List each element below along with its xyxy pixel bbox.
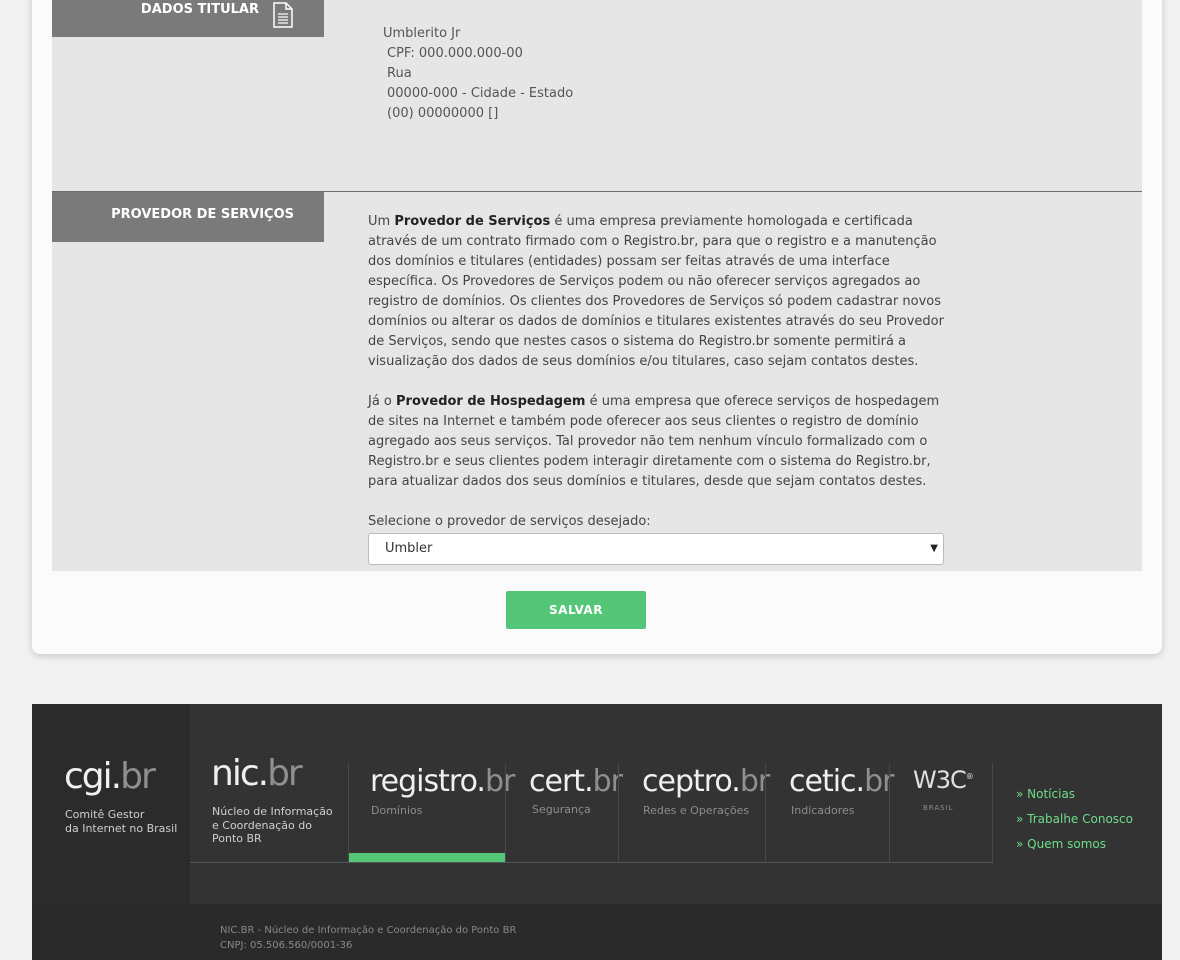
footer-tile-registro[interactable]: registro.br Domínios <box>348 764 515 863</box>
provedor-paragraph-1: Um Provedor de Serviços é uma empresa pr… <box>368 214 944 369</box>
provedor-label-text: PROVEDOR DE SERVIÇOS <box>111 207 294 222</box>
footer-link-noticias[interactable]: » Notícias <box>1016 782 1133 807</box>
titular-label-text: DADOS TITULAR <box>140 2 259 17</box>
footer-tile-w3c[interactable]: W3C® BRASIL <box>889 764 993 863</box>
cgi-logo-text: cgi.br <box>64 756 156 797</box>
titular-city: 00000-000 - Cidade - Estado <box>387 86 574 101</box>
provedor-section-label: PROVEDOR DE SERVIÇOS <box>52 192 324 242</box>
titular-street: Rua <box>387 66 412 81</box>
registro-logo-text: registro.br <box>370 764 515 799</box>
nic-logo-text: nic.br <box>211 753 303 794</box>
footer-bottom-bar: NIC.BR - Núcleo de Informação e Coordena… <box>32 904 1162 960</box>
caret-down-icon: ▼ <box>930 543 938 554</box>
provedor-paragraph-2: Já o Provedor de Hospedagem é uma empres… <box>368 394 940 489</box>
cetic-sub: Indicadores <box>791 804 855 817</box>
footer-nic-logo[interactable]: nic.br Núcleo de Informação e Coordenaçã… <box>190 704 348 863</box>
provedor-select-value: Umbler <box>385 541 433 556</box>
footer-tile-ceptro[interactable]: ceptro.br Redes e Operações <box>618 764 770 863</box>
footer-org-name: NIC.BR - Núcleo de Informação e Coordena… <box>220 925 517 936</box>
footer-link-quem-somos[interactable]: » Quem somos <box>1016 832 1133 857</box>
titular-details: Umblerito Jr CPF: 000.000.000-00 Rua 000… <box>383 24 573 124</box>
footer-cnpj: CNPJ: 05.506.560/0001-36 <box>220 940 353 951</box>
provedor-section: PROVEDOR DE SERVIÇOS Um Provedor de Serv… <box>52 192 1142 571</box>
ceptro-logo-text: ceptro.br <box>642 764 770 799</box>
footer-links: » Notícias » Trabalhe Conosco » Quem som… <box>1016 782 1133 857</box>
w3c-sub: BRASIL <box>923 804 954 812</box>
cert-sub: Segurança <box>532 803 591 816</box>
provedor-select[interactable]: Umbler ▼ <box>368 533 944 565</box>
footer-tile-cetic[interactable]: cetic.br Indicadores <box>765 764 894 863</box>
titular-phone: (00) 00000000 [] <box>387 106 499 121</box>
w3c-logo-text: W3C® <box>913 766 974 794</box>
footer-link-trabalhe[interactable]: » Trabalhe Conosco <box>1016 807 1133 832</box>
titular-cpf: CPF: 000.000.000-00 <box>387 46 523 61</box>
titular-section-label: DADOS TITULAR <box>52 0 324 37</box>
footer: cgi.br Comitê Gestor da Internet no Bras… <box>32 704 1162 960</box>
nic-sub-2: e Coordenação do <box>212 819 312 832</box>
ceptro-sub: Redes e Operações <box>643 804 750 817</box>
titular-name: Umblerito Jr <box>383 26 461 41</box>
registro-sub: Domínios <box>371 804 423 817</box>
cgi-sub-1: Comitê Gestor <box>65 808 145 821</box>
cgi-sub-2: da Internet no Brasil <box>65 822 178 835</box>
provedor-select-label: Selecione o provedor de serviços desejad… <box>368 514 651 529</box>
provedor-description: Um Provedor de Serviços é uma empresa pr… <box>368 212 948 532</box>
footer-cgi-logo[interactable]: cgi.br Comitê Gestor da Internet no Bras… <box>32 704 190 904</box>
save-button[interactable]: SALVAR <box>506 591 646 629</box>
footer-tile-cert[interactable]: cert.br Segurança <box>505 764 623 863</box>
nic-sub-1: Núcleo de Informação <box>212 805 333 818</box>
titular-section: DADOS TITULAR Umblerito Jr CPF: 000.000.… <box>52 0 1142 192</box>
cert-logo-text: cert.br <box>529 764 623 799</box>
nic-sub-3: Ponto BR <box>212 832 262 845</box>
document-icon <box>273 2 293 28</box>
active-tile-indicator <box>349 853 506 862</box>
cetic-logo-text: cetic.br <box>789 764 894 799</box>
